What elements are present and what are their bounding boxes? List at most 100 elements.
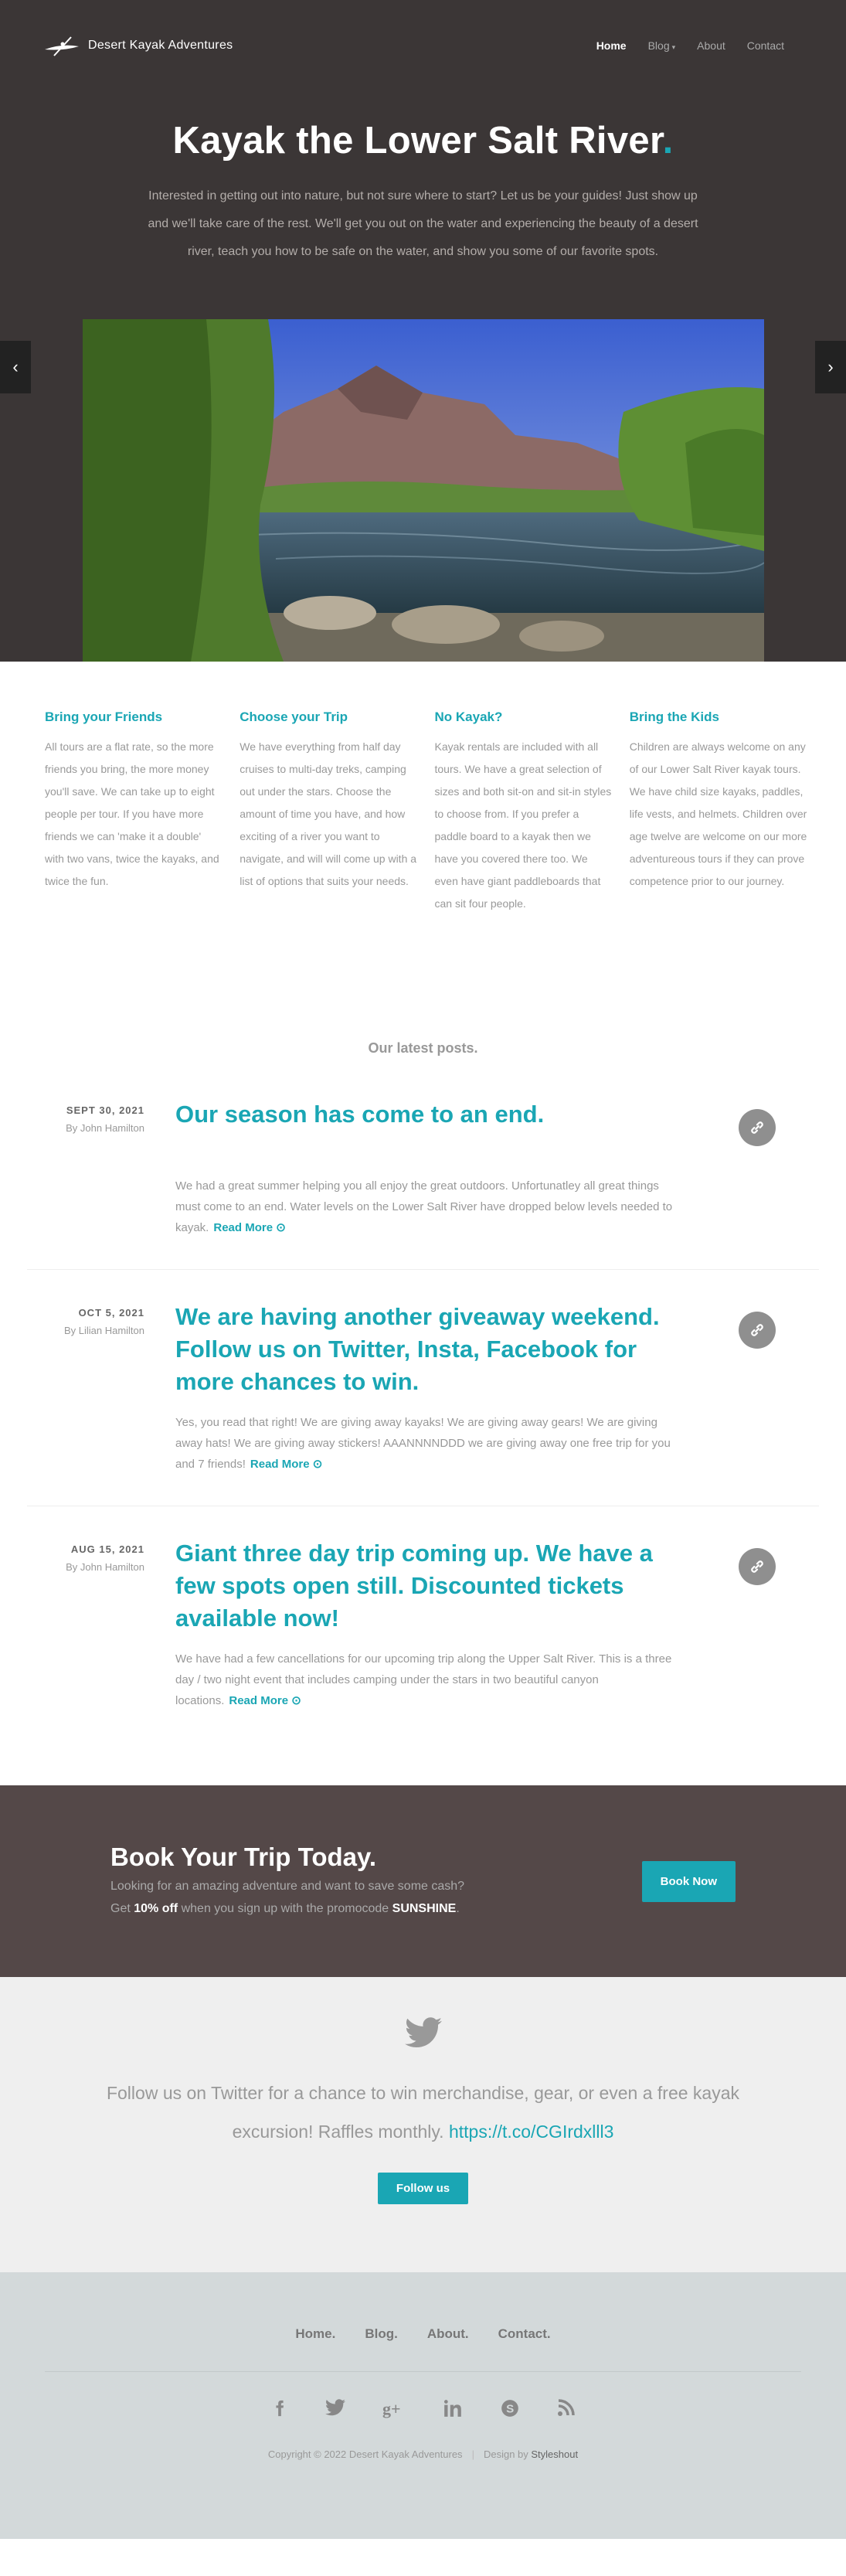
post-date: AUG 15, 2021	[70, 1543, 144, 1555]
social-links: g+ S	[0, 2398, 846, 2422]
rss-icon[interactable]	[557, 2398, 576, 2422]
separator: |	[471, 2448, 474, 2460]
nav-home[interactable]: Home	[596, 39, 627, 52]
read-more-link[interactable]: Read More ⊙	[229, 1694, 301, 1707]
feature-title: Choose your Trip	[240, 710, 348, 724]
read-more-label: Read More	[250, 1458, 310, 1471]
circle-arrow-icon: ⊙	[276, 1221, 286, 1234]
post-title[interactable]: We are having another giveaway weekend. …	[175, 1301, 678, 1398]
read-more-link[interactable]: Read More ⊙	[250, 1458, 322, 1471]
hero-river-image	[83, 319, 764, 662]
book-trip-section: Book Your Trip Today. Looking for an ama…	[0, 1785, 846, 1977]
feature-no-kayak: No Kayak? Kayak rentals are included wit…	[435, 710, 630, 1040]
slider-next-button[interactable]: ›	[815, 341, 846, 393]
feature-choose-trip: Choose your Trip We have everything from…	[240, 710, 434, 1040]
cta-text: Looking for an amazing adventure and wan…	[110, 1875, 464, 1920]
cta-line2-mid: when you sign up with the promocode	[178, 1902, 392, 1915]
permalink-button[interactable]	[739, 1109, 776, 1146]
designer-link[interactable]: Styleshout	[531, 2448, 578, 2460]
cta-discount: 10% off	[134, 1902, 178, 1915]
cta-content: Book Your Trip Today. Looking for an ama…	[110, 1843, 464, 1920]
feature-bring-friends: Bring your Friends All tours are a flat …	[45, 710, 240, 1040]
feature-text: All tours are a flat rate, so the more f…	[45, 740, 219, 887]
read-more-link[interactable]: Read More ⊙	[213, 1221, 285, 1234]
post-author: By Lilian Hamilton	[63, 1325, 144, 1336]
nav-about[interactable]: About	[697, 39, 725, 52]
link-icon	[751, 1324, 763, 1336]
svg-text:g+: g+	[382, 2399, 401, 2418]
hero-text: Interested in getting out into nature, b…	[148, 189, 698, 258]
twitter-text: Follow us on Twitter for a chance to win…	[68, 2074, 779, 2151]
permalink-button[interactable]	[739, 1312, 776, 1349]
post-item: SEPT 30, 2021 By John Hamilton Our seaso…	[27, 1098, 819, 1270]
nav-blog[interactable]: Blog ▾	[648, 39, 676, 52]
post-item: AUG 15, 2021 By John Hamilton Giant thre…	[27, 1506, 819, 1742]
feature-title: Bring the Kids	[629, 710, 719, 724]
link-icon	[751, 1121, 763, 1134]
post-meta: OCT 5, 2021 By Lilian Hamilton	[27, 1301, 144, 1475]
top-nav: Desert Kayak Adventures Home Blog ▾ About…	[0, 0, 846, 91]
copyright-text: Copyright © 2022 Desert Kayak Adventures	[267, 2448, 463, 2460]
twitter-message: Follow us on Twitter for a chance to win…	[106, 2083, 740, 2142]
circle-arrow-icon: ⊙	[312, 1458, 323, 1471]
cta-line2-end: .	[456, 1902, 460, 1915]
slider-prev-button[interactable]: ‹	[0, 341, 31, 393]
cta-promo-code: SUNSHINE	[392, 1902, 457, 1915]
book-now-button[interactable]: Book Now	[641, 1860, 736, 1902]
post-body: We are having another giveaway weekend. …	[175, 1301, 678, 1475]
post-title[interactable]: Our season has come to an end.	[175, 1098, 678, 1131]
footer-link-about[interactable]: About.	[427, 2326, 469, 2342]
footer: Home. Blog. About. Contact. g+ S Copyrig…	[0, 2272, 846, 2539]
link-icon	[751, 1560, 763, 1573]
svg-text:S: S	[506, 2402, 514, 2415]
post-excerpt: We had a great summer helping you all en…	[175, 1176, 678, 1238]
twitter-icon	[404, 2017, 442, 2047]
follow-us-button[interactable]: Follow us	[377, 2173, 469, 2204]
post-date: OCT 5, 2021	[78, 1307, 144, 1319]
footer-link-contact[interactable]: Contact.	[498, 2326, 551, 2342]
cta-title: Book Your Trip Today.	[110, 1843, 377, 1871]
post-body: Our season has come to an end. We had a …	[175, 1098, 678, 1238]
post-body: Giant three day trip coming up. We have …	[175, 1537, 678, 1711]
google-plus-icon[interactable]: g+	[382, 2398, 406, 2422]
twitter-link[interactable]: https://t.co/CGIrdxlll3	[449, 2122, 613, 2142]
feature-text: Kayak rentals are included with all tour…	[434, 740, 612, 910]
skype-icon[interactable]: S	[500, 2398, 520, 2422]
twitter-icon[interactable]	[324, 2398, 345, 2422]
hero-title-dot: .	[662, 120, 674, 162]
footer-divider	[45, 2371, 801, 2372]
linkedin-icon[interactable]	[443, 2398, 463, 2422]
footer-link-home[interactable]: Home.	[295, 2326, 335, 2342]
read-more-label: Read More	[213, 1221, 274, 1234]
hero-section: Desert Kayak Adventures Home Blog ▾ About…	[0, 0, 846, 662]
post-meta: AUG 15, 2021 By John Hamilton	[27, 1537, 144, 1711]
footer-link-blog[interactable]: Blog.	[365, 2326, 398, 2342]
feature-title: Bring your Friends	[45, 710, 163, 724]
hero-title-text: Kayak the Lower Salt River	[172, 120, 663, 162]
facebook-icon[interactable]	[271, 2398, 288, 2422]
brand-name: Desert Kayak Adventures	[88, 39, 233, 52]
post-date: SEPT 30, 2021	[66, 1104, 144, 1116]
post-excerpt: Yes, you read that right! We are giving …	[175, 1412, 678, 1475]
chevron-right-icon: ›	[827, 357, 834, 376]
cta-line1: Looking for an amazing adventure and wan…	[110, 1880, 465, 1893]
brand[interactable]: Desert Kayak Adventures	[43, 34, 233, 57]
caret-down-icon: ▾	[671, 43, 676, 51]
post-item: OCT 5, 2021 By Lilian Hamilton We are ha…	[27, 1270, 819, 1506]
posts-heading: Our latest posts.	[368, 1040, 478, 1056]
hero-title: Kayak the Lower Salt River.	[0, 119, 846, 162]
nav-contact[interactable]: Contact	[747, 39, 784, 52]
read-more-label: Read More	[229, 1694, 289, 1707]
feature-text: We have everything from half day cruises…	[240, 740, 417, 887]
post-author: By John Hamilton	[66, 1122, 144, 1134]
posts-list: SEPT 30, 2021 By John Hamilton Our seaso…	[0, 1098, 846, 1742]
cta-line2-pre: Get	[110, 1902, 134, 1915]
post-title[interactable]: Giant three day trip coming up. We have …	[175, 1537, 678, 1635]
nav-blog-label: Blog	[647, 39, 670, 52]
main-menu: Home Blog ▾ About Contact	[596, 39, 784, 52]
features-section: Bring your Friends All tours are a flat …	[0, 662, 846, 1040]
chevron-left-icon: ‹	[12, 357, 19, 376]
permalink-button[interactable]	[739, 1548, 776, 1585]
design-by-label: Design by	[483, 2448, 528, 2460]
copyright: Copyright © 2022 Desert Kayak Adventures…	[0, 2448, 846, 2460]
